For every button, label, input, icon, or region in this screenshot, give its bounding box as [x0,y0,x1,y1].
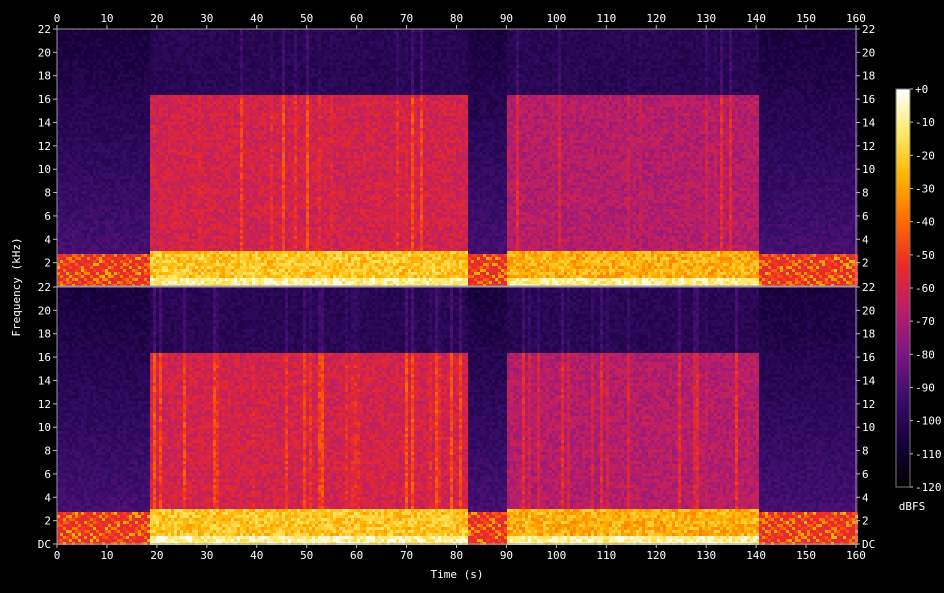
x-tick-label: 0 [54,12,61,25]
colorbar-tick-label: -20 [915,149,935,162]
y-tick-label: 16 [38,93,51,106]
x-tick-label: 110 [596,549,616,562]
y-tick-label: 8 [44,187,51,200]
y-tick-label: 18 [862,328,875,341]
x-tick-label: 60 [350,549,363,562]
x-tick-label: 80 [450,12,463,25]
y-tick-label: 18 [862,70,875,83]
x-tick-label: 160 [846,12,866,25]
y-tick-label: 16 [38,351,51,364]
colorbar-tick-label: -90 [915,382,935,395]
y-tick-label: 14 [38,374,52,387]
y-tick-label: 10 [862,163,875,176]
x-tick-label: 20 [150,12,163,25]
colorbar-tick-label: -10 [915,116,935,129]
y-tick-label: 18 [38,328,51,341]
x-tick-label: 50 [300,549,313,562]
x-tick-label: 120 [646,12,666,25]
colorbar-tick-label: -30 [915,183,935,196]
y-axis-label: Frequency (kHz) [10,237,23,336]
spectrogram-chart: 2 24 46 68 810 1012 1214 1416 1618 1820 2022 22DC DC… [0,0,944,593]
y-tick-label: 4 [862,233,869,246]
y-tick-label: 6 [862,210,869,223]
colorbar-tick-label: -50 [915,249,935,262]
x-tick-label: 70 [400,549,413,562]
x-tick-label: 10 [100,12,113,25]
x-tick-label: 140 [746,549,766,562]
colorbar-label: dBFS [899,500,926,513]
x-tick-label: 40 [250,12,263,25]
x-tick-label: 80 [450,549,463,562]
y-tick-label: 2 [44,515,51,528]
y-tick-label: 12 [38,398,51,411]
y-tick-label: 12 [38,140,51,153]
colorbar-tick-label: -80 [915,348,935,361]
y-tick-label: 22 [38,281,51,294]
colorbar-tick-label: +0 [915,83,928,96]
y-tick-label: 2 [44,257,51,270]
x-tick-label: 130 [696,549,716,562]
x-tick-label: 150 [796,549,816,562]
colorbar-tick-label: -60 [915,282,935,295]
x-tick-label: 160 [846,549,866,562]
colorbar-tick-label: -120 [915,481,942,494]
x-tick-label: 100 [546,12,566,25]
colorbar-tick-label: -110 [915,448,942,461]
channel-1-panel [57,29,858,287]
y-tick-label: 16 [862,351,875,364]
y-tick-label: 4 [44,233,51,246]
x-tick-label: 10 [100,549,113,562]
y-tick-label: 4 [44,491,51,504]
y-tick-label: 8 [862,187,869,200]
y-tick-label: 18 [38,70,51,83]
y-tick-label: 22 [862,281,875,294]
colorbar-tick-label: -40 [915,216,935,229]
y-tick-label: 22 [38,23,51,36]
x-tick-label: 130 [696,12,716,25]
x-tick-label: 100 [546,549,566,562]
y-tick-label: 8 [44,445,51,458]
x-tick-label: 30 [200,12,213,25]
x-tick-label: 60 [350,12,363,25]
y-tick-label: 14 [862,374,876,387]
colorbar-tick-label: -100 [915,415,942,428]
x-tick-label: 70 [400,12,413,25]
x-tick-label: 150 [796,12,816,25]
x-tick-label: 0 [54,549,61,562]
y-tick-label: 10 [862,421,875,434]
y-tick-label: 10 [38,421,51,434]
y-tick-label: 14 [38,116,52,129]
y-tick-label: 4 [862,491,869,504]
x-tick-label: 90 [500,12,513,25]
x-axis-label: Time (s) [431,568,484,581]
x-tick-label: 30 [200,549,213,562]
y-tick-label: 8 [862,445,869,458]
y-tick-label: 2 [862,257,869,270]
y-tick-label: 20 [862,304,875,317]
y-tick-label: 14 [862,116,876,129]
x-tick-label: 90 [500,549,513,562]
colorbar-gradient [896,89,910,487]
y-tick-label: 16 [862,93,875,106]
x-tick-label: 140 [746,12,766,25]
x-tick-label: 40 [250,549,263,562]
x-tick-label: 120 [646,549,666,562]
x-tick-label: 20 [150,549,163,562]
colorbar: +0 -10 -20 -30 -40 -50 -60 -70 -80 -90 -100 -110 -12… [896,83,942,494]
y-tick-label: 20 [38,46,51,59]
y-tick-label: 20 [38,304,51,317]
y-tick-label: 6 [862,468,869,481]
y-tick-label: 6 [44,210,51,223]
y-tick-label: DC [38,538,51,551]
y-tick-label: 20 [862,46,875,59]
y-tick-label: 12 [862,140,875,153]
y-tick-label: 10 [38,163,51,176]
x-tick-label: 110 [596,12,616,25]
y-tick-label: 12 [862,398,875,411]
y-tick-label: 6 [44,468,51,481]
channel-2-panel [57,287,858,545]
x-tick-label: 50 [300,12,313,25]
colorbar-tick-label: -70 [915,315,935,328]
y-tick-label: 2 [862,515,869,528]
